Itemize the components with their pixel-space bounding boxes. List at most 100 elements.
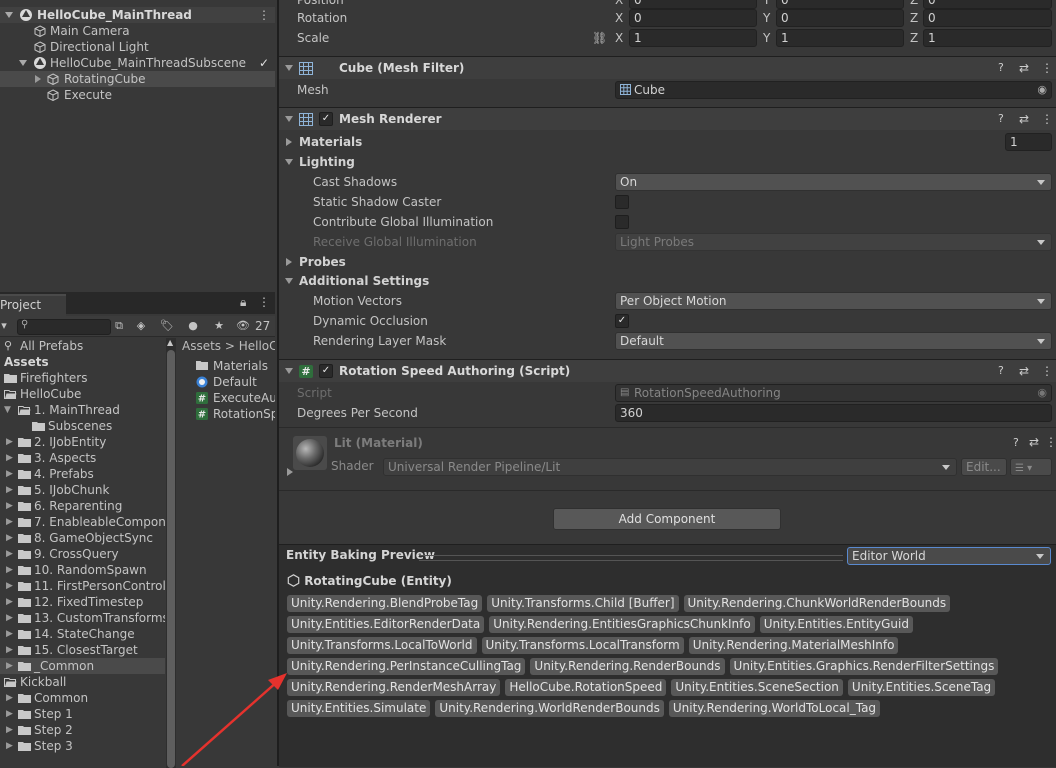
folder-tree-item[interactable]: ▶ 7. EnableableCompone — [0, 514, 165, 530]
component-chip[interactable]: Unity.Transforms.LocalTransform — [481, 637, 684, 654]
contribute-gi-checkbox[interactable] — [615, 215, 629, 229]
scale-x-field[interactable]: 1 — [629, 29, 757, 47]
collapsed-arrow-icon[interactable]: ▶ — [6, 610, 16, 626]
kebab-menu-icon[interactable]: ⋮ — [1041, 57, 1053, 79]
foldout-arrow-icon[interactable] — [287, 468, 293, 476]
foldout-arrow-icon[interactable] — [285, 278, 293, 284]
collapsed-arrow-icon[interactable]: ▶ — [6, 514, 16, 530]
folder-tree-item[interactable]: ▶ Step 3 — [0, 738, 165, 754]
rendering-layer-dropdown[interactable]: Default — [615, 332, 1052, 350]
star-icon[interactable]: ★ — [211, 318, 227, 334]
scroll-up-arrow-icon[interactable]: ▲ — [167, 338, 173, 347]
object-picker-icon[interactable]: ◉ — [1037, 82, 1047, 98]
motion-vectors-dropdown[interactable]: Per Object Motion — [615, 292, 1052, 310]
help-icon[interactable]: ? — [998, 360, 1004, 382]
dynamic-occlusion-checkbox[interactable]: ✓ — [615, 314, 629, 328]
degrees-per-second-field[interactable]: 360 — [615, 404, 1052, 422]
folder-tree-item[interactable]: Subscenes — [0, 418, 165, 434]
alert-icon[interactable]: ● — [185, 318, 201, 334]
folder-tree-item[interactable]: ⚲ All Prefabs — [0, 338, 165, 354]
folder-tree-item[interactable]: ▶ 11. FirstPersonControlle — [0, 578, 165, 594]
mesh-filter-header[interactable]: Cube (Mesh Filter) ? ⇄ ⋮ — [279, 56, 1056, 79]
collapsed-arrow-icon[interactable]: ▶ — [6, 546, 16, 562]
expand-arrow-icon[interactable]: ▼ — [4, 402, 14, 418]
folder-tree-item[interactable]: ▶ 12. FixedTimestep — [0, 594, 165, 610]
component-chip[interactable]: Unity.Rendering.ChunkWorldRenderBounds — [683, 595, 951, 612]
component-chip[interactable]: Unity.Rendering.BlendProbeTag — [287, 595, 483, 612]
folder-tree-item[interactable]: ▶ 14. StateChange — [0, 626, 165, 642]
foldout-arrow-icon[interactable] — [286, 258, 292, 266]
shader-dropdown[interactable]: Universal Render Pipeline/Lit — [383, 458, 957, 476]
preset-icon[interactable]: ⇄ — [1019, 57, 1029, 79]
expand-arrow-icon[interactable] — [35, 75, 41, 83]
hierarchy-item-main-camera[interactable]: Main Camera — [0, 23, 275, 39]
component-enabled-checkbox[interactable]: ✓ — [319, 364, 333, 378]
mesh-renderer-header[interactable]: ✓ Mesh Renderer ? ⇄ ⋮ — [279, 107, 1056, 130]
collapsed-arrow-icon[interactable]: ▶ — [6, 738, 16, 754]
collapsed-arrow-icon[interactable]: ▶ — [6, 530, 16, 546]
collapsed-arrow-icon[interactable]: ▶ — [6, 594, 16, 610]
folder-tree-item[interactable]: ▶ 5. IJobChunk — [0, 482, 165, 498]
folder-tree-item[interactable]: ▶ 10. RandomSpawn — [0, 562, 165, 578]
collapsed-arrow-icon[interactable]: ▶ — [6, 498, 16, 514]
component-chip[interactable]: Unity.Entities.SceneTag — [847, 679, 996, 696]
kebab-menu-icon[interactable]: ⋮ — [258, 7, 270, 23]
add-component-button[interactable]: Add Component — [553, 508, 781, 530]
folder-tree-item[interactable]: ▶ 4. Prefabs — [0, 466, 165, 482]
collapsed-arrow-icon[interactable]: ▶ — [6, 706, 16, 722]
foldout-arrow-icon[interactable] — [286, 138, 292, 146]
shader-edit-button[interactable]: Edit... — [961, 458, 1007, 476]
foldout-arrow-icon[interactable] — [285, 368, 293, 374]
hierarchy-subscene-row[interactable]: HelloCube_MainThreadSubscene ✓ — [0, 55, 275, 71]
help-icon[interactable]: ? — [998, 57, 1004, 79]
kebab-menu-icon[interactable]: ⋮ — [1041, 108, 1053, 130]
folder-tree-item[interactable]: ▶ 8. GameObjectSync — [0, 530, 165, 546]
component-chip[interactable]: Unity.Rendering.PerInstanceCullingTag — [287, 658, 526, 675]
folder-tree-item[interactable]: ▶ 2. IJobEntity — [0, 434, 165, 450]
collapsed-arrow-icon[interactable]: ▶ — [6, 578, 16, 594]
component-chip[interactable]: Unity.Rendering.RenderBounds — [530, 658, 725, 675]
materials-count-field[interactable]: 1 — [1005, 133, 1052, 151]
scene-row-main-thread[interactable]: HelloCube_MainThread ⋮ — [0, 7, 275, 23]
component-enabled-checkbox[interactable]: ✓ — [319, 112, 333, 126]
preset-icon[interactable]: ⇄ — [1029, 435, 1039, 449]
material-preview[interactable] — [293, 436, 327, 470]
folder-tree-item[interactable]: ▼Assets — [0, 354, 165, 370]
kebab-menu-icon[interactable]: ⋮ — [1041, 360, 1053, 382]
folder-tree-item[interactable]: ▶ 3. Aspects — [0, 450, 165, 466]
component-chip[interactable]: HelloCube.RotationSpeed — [505, 679, 667, 696]
tag-icon[interactable]: 🏷︎ — [159, 318, 175, 334]
folder-tree-item[interactable]: ▶ Common — [0, 690, 165, 706]
foldout-arrow-icon[interactable] — [285, 65, 293, 71]
folder-tree-item[interactable]: ▶ Step 1 — [0, 706, 165, 722]
collapsed-arrow-icon[interactable]: ▶ — [6, 658, 16, 674]
scrollbar-thumb[interactable] — [167, 350, 175, 768]
world-dropdown[interactable]: Editor World — [847, 547, 1051, 565]
component-chip[interactable]: Unity.Rendering.WorldRenderBounds — [435, 700, 664, 717]
folder-tree-item[interactable]: ▼ 1. MainThread — [0, 402, 165, 418]
collapsed-arrow-icon[interactable]: ▶ — [6, 690, 16, 706]
expand-arrow-icon[interactable] — [19, 60, 27, 66]
subscene-checkbox[interactable]: ✓ — [259, 55, 269, 71]
foldout-arrow-icon[interactable] — [285, 116, 293, 122]
hierarchy-item-directional-light[interactable]: Directional Light — [0, 39, 275, 55]
hierarchy-item-rotating-cube[interactable]: RotatingCube — [0, 71, 275, 87]
folder-tree-item[interactable]: ▶ Step 2 — [0, 722, 165, 738]
component-chip[interactable]: Unity.Rendering.MaterialMeshInfo — [688, 637, 899, 654]
folder-tree-item[interactable]: ▶ 6. Reparenting — [0, 498, 165, 514]
collapsed-arrow-icon[interactable]: ▶ — [6, 434, 16, 450]
foldout-arrow-icon[interactable] — [285, 159, 293, 165]
help-icon[interactable]: ? — [998, 108, 1004, 130]
lock-icon[interactable]: 🔒︎ — [240, 295, 246, 310]
rotation-x-field[interactable]: 0 — [629, 9, 757, 27]
folder-tree-item[interactable]: Kickball — [0, 674, 165, 690]
cast-shadows-dropdown[interactable]: On — [615, 173, 1052, 191]
scale-y-field[interactable]: 1 — [776, 29, 904, 47]
create-dropdown-icon[interactable]: ▾ — [0, 318, 12, 334]
folder-tree-item[interactable]: ▶ 13. CustomTransforms — [0, 610, 165, 626]
preset-icon[interactable]: ⇄ — [1019, 108, 1029, 130]
folder-tree-item[interactable]: ▶ 9. CrossQuery — [0, 546, 165, 562]
eye-icon[interactable]: 👁︎ — [236, 318, 250, 334]
kebab-menu-icon[interactable]: ⋮ — [258, 295, 270, 309]
expand-arrow-icon[interactable] — [5, 12, 13, 18]
